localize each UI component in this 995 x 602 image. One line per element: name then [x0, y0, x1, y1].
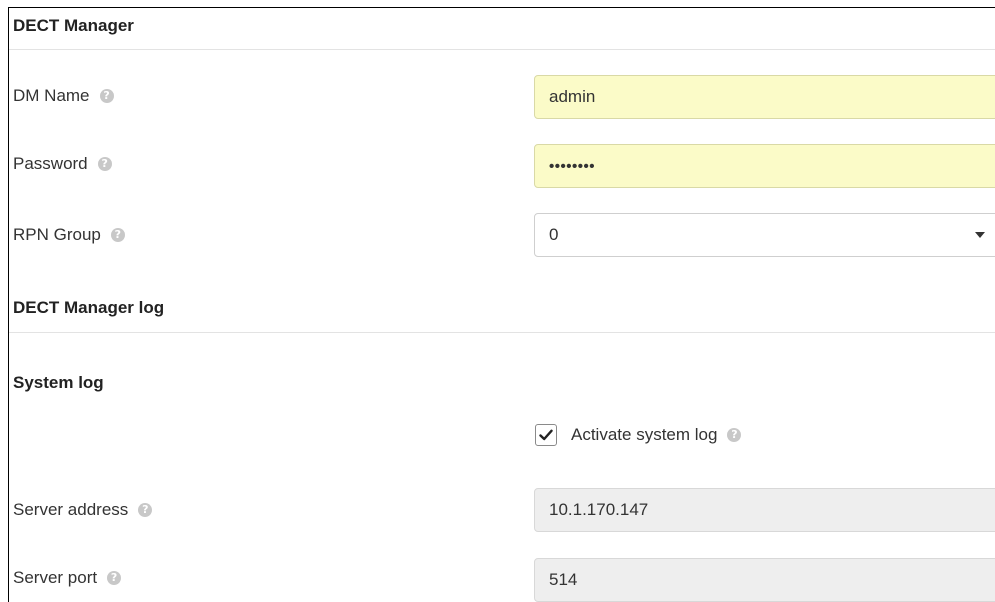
- help-icon[interactable]: ?: [138, 503, 153, 517]
- server-address-value: 10.1.170.147: [549, 500, 649, 519]
- activate-system-log-checkbox[interactable]: [535, 424, 557, 446]
- chevron-down-icon: [975, 232, 985, 238]
- server-address-label: Server address ?: [13, 500, 153, 520]
- dm-name-input[interactable]: admin: [534, 75, 995, 119]
- server-port-input[interactable]: 514: [534, 558, 995, 602]
- server-port-label-text: Server port: [13, 568, 98, 587]
- rpn-group-label-text: RPN Group: [13, 225, 101, 244]
- rpn-group-value: 0: [549, 225, 559, 244]
- section-title-dect-manager: DECT Manager: [13, 16, 134, 35]
- help-icon[interactable]: ?: [727, 428, 742, 442]
- server-port-label: Server port ?: [13, 568, 122, 588]
- server-port-value: 514: [549, 570, 578, 589]
- password-label: Password ?: [13, 154, 112, 174]
- help-icon[interactable]: ?: [97, 157, 112, 171]
- divider: [9, 332, 995, 333]
- help-icon[interactable]: ?: [99, 89, 114, 103]
- rpn-group-label: RPN Group ?: [13, 225, 125, 245]
- activate-system-log-label: Activate system log: [571, 425, 718, 444]
- password-value: ••••••••: [549, 157, 596, 175]
- dm-name-label-text: DM Name: [13, 86, 90, 105]
- password-label-text: Password: [13, 154, 88, 173]
- section-title-system-log: System log: [13, 373, 104, 392]
- activate-system-log-row: Activate system log ?: [535, 424, 742, 446]
- help-icon[interactable]: ?: [107, 571, 122, 585]
- divider: [9, 49, 995, 50]
- section-title-dect-manager-log: DECT Manager log: [13, 298, 165, 317]
- help-icon[interactable]: ?: [110, 228, 125, 242]
- checkmark-icon: [539, 429, 553, 441]
- dect-manager-settings-panel: DECT Manager DM Name ? admin Password ? …: [8, 7, 995, 602]
- rpn-group-select[interactable]: 0: [534, 213, 995, 257]
- server-address-input[interactable]: 10.1.170.147: [534, 488, 995, 532]
- server-address-label-text: Server address: [13, 500, 129, 519]
- dm-name-value: admin: [549, 87, 596, 106]
- password-input[interactable]: ••••••••: [534, 144, 995, 188]
- dm-name-label: DM Name ?: [13, 86, 114, 106]
